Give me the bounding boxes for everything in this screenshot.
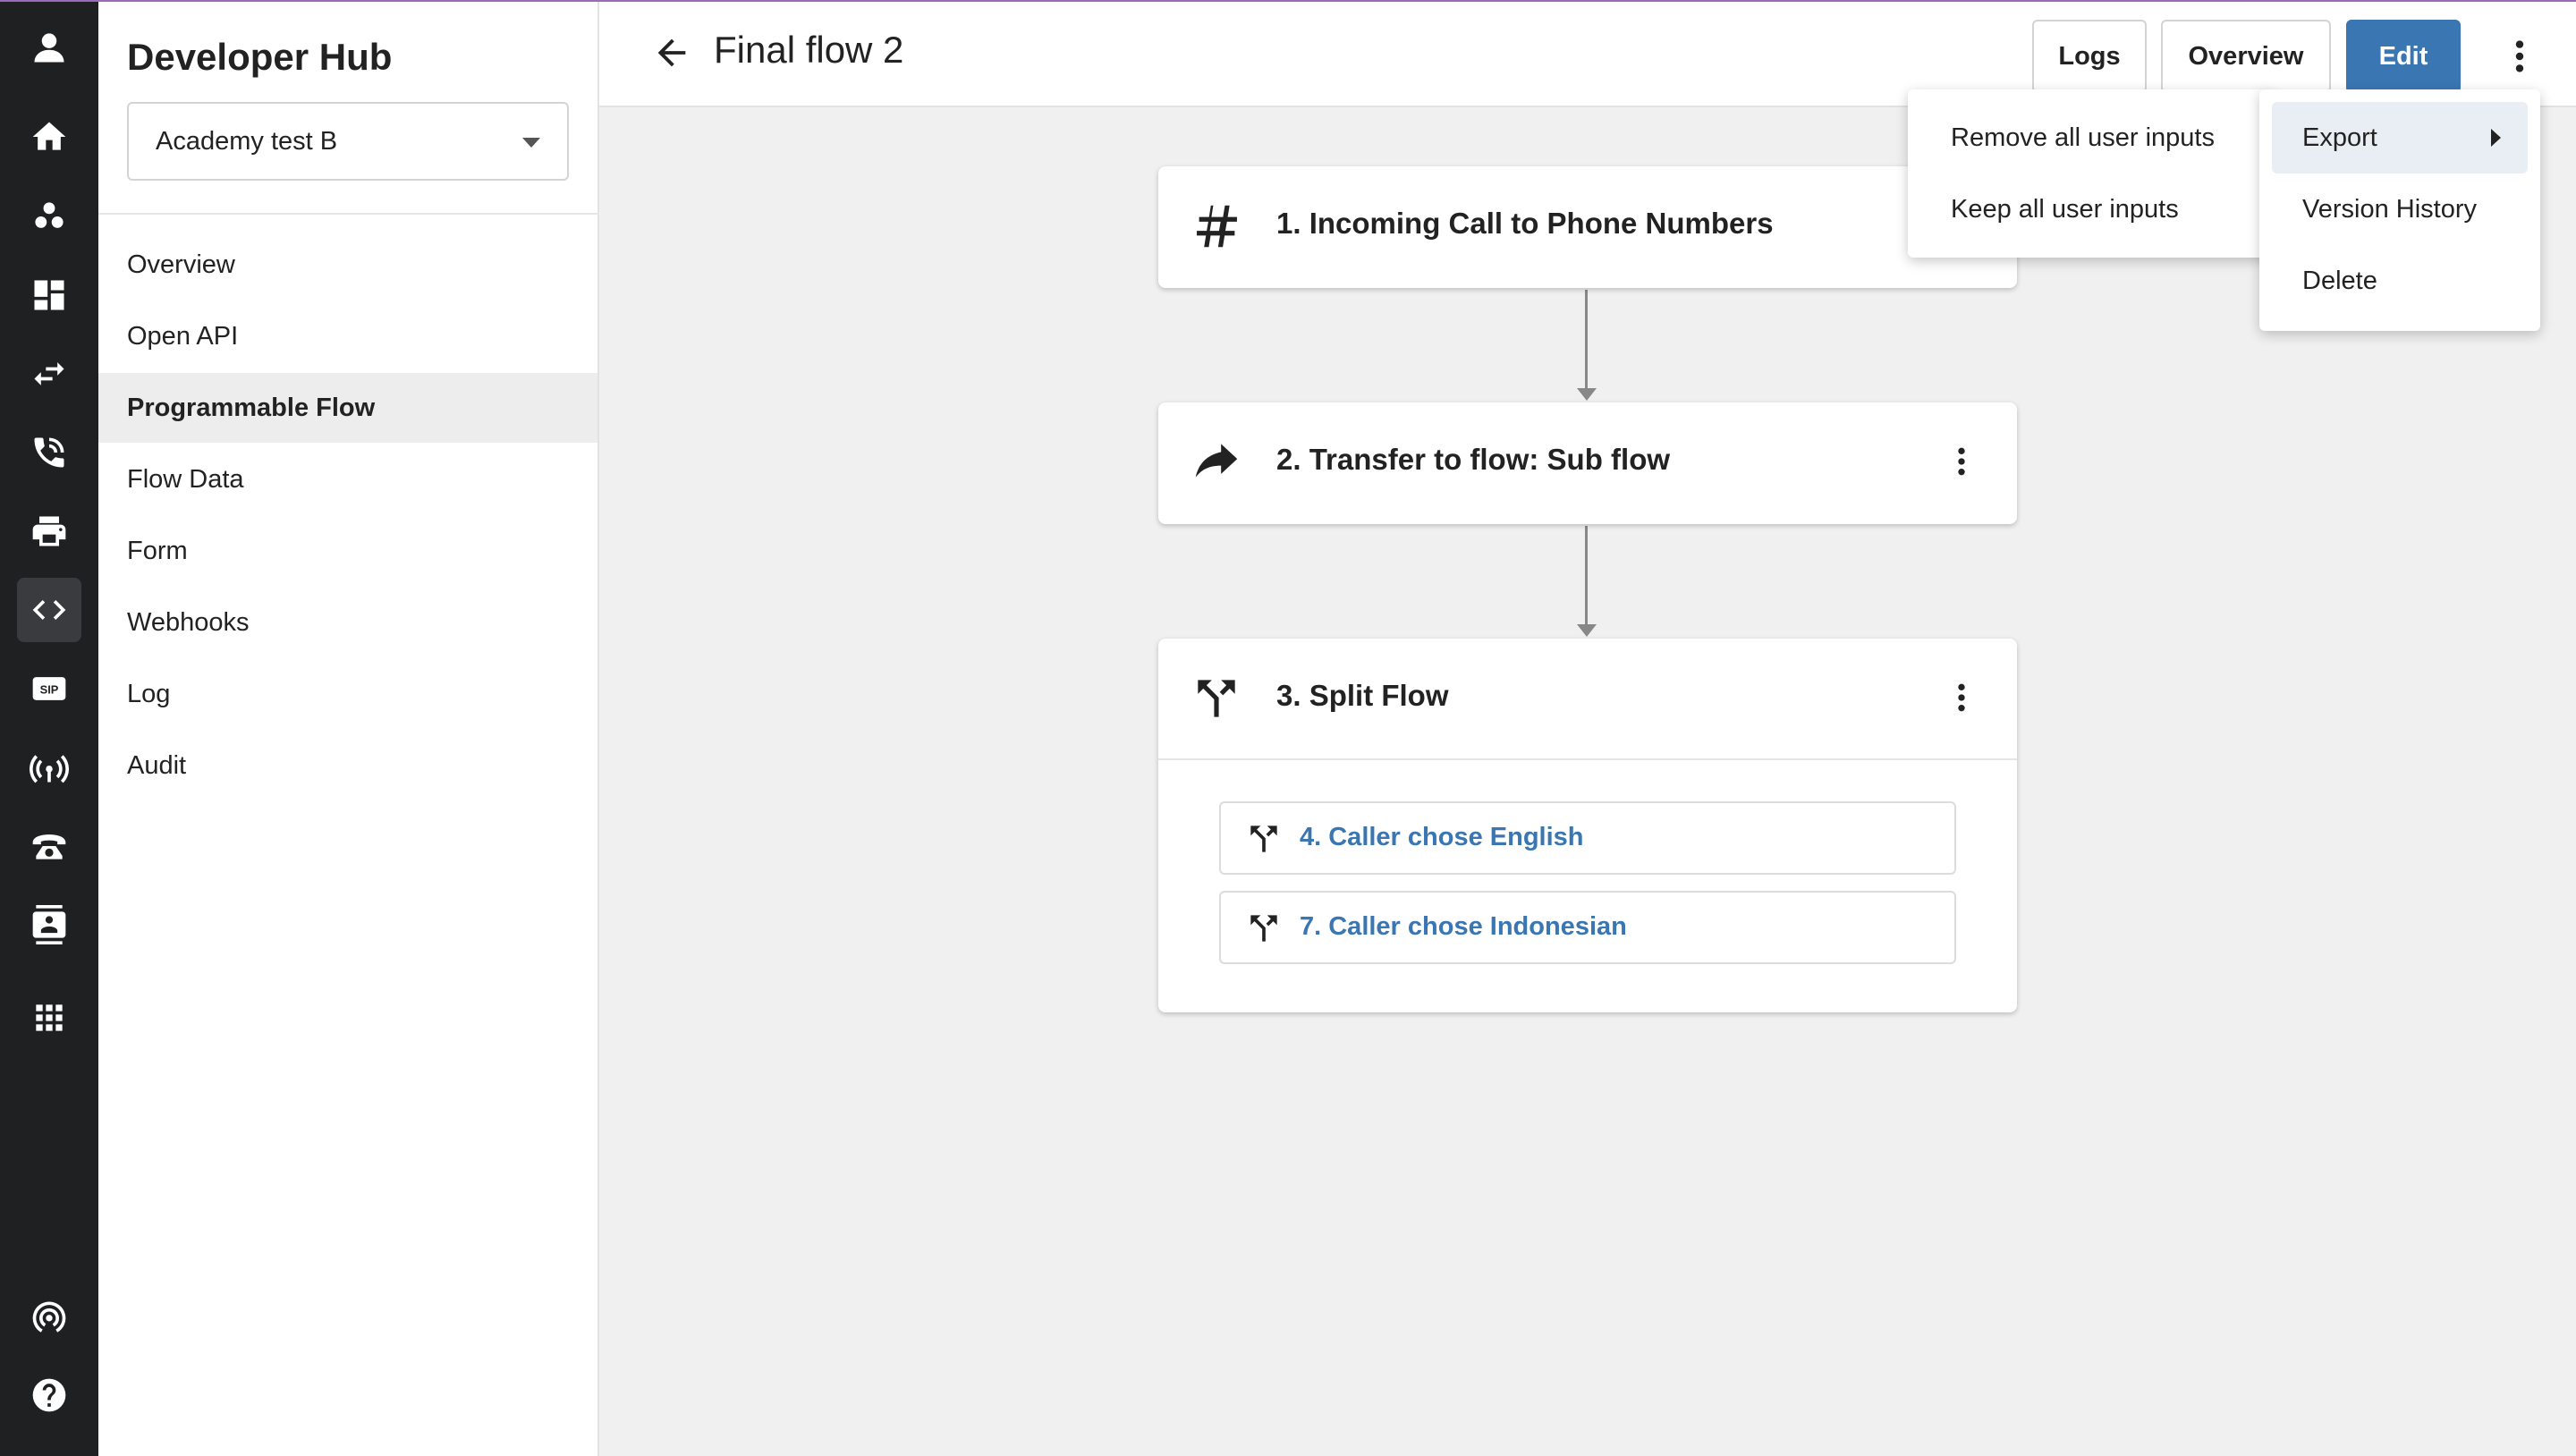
export-submenu: Remove all user inputs Keep all user inp… [1908, 89, 2273, 258]
branch-label: 4. Caller chose English [1300, 823, 1584, 851]
node-title: 2. Transfer to flow: Sub flow [1276, 443, 1671, 476]
flow-node-transfer[interactable]: 2. Transfer to flow: Sub flow [1158, 402, 2017, 524]
more-options-icon[interactable] [2499, 36, 2540, 77]
people-icon[interactable] [17, 184, 81, 249]
overview-button[interactable]: Overview [2161, 20, 2331, 93]
connector-arrowhead [1577, 624, 1597, 637]
back-arrow-icon[interactable] [651, 32, 692, 73]
page-title: Final flow 2 [714, 29, 904, 71]
sidebar-item-label: Overview [127, 250, 235, 279]
node-more-options-icon[interactable] [1944, 444, 1979, 479]
help-icon[interactable] [17, 1363, 81, 1427]
print-icon[interactable] [17, 499, 81, 563]
sidebar-item-audit[interactable]: Audit [98, 731, 597, 800]
forward-arrow-icon [1189, 435, 1244, 490]
code-icon[interactable] [17, 578, 81, 642]
sidebar-item-log[interactable]: Log [98, 659, 597, 729]
menu-item-label: Export [2302, 123, 2377, 152]
sidebar-item-open-api[interactable]: Open API [98, 301, 597, 371]
top-accent-line [0, 0, 2576, 2]
sidebar-item-label: Audit [127, 750, 187, 780]
node-title: 3. Split Flow [1276, 679, 1449, 712]
phone-call-icon[interactable] [17, 420, 81, 485]
home-icon[interactable] [17, 105, 81, 169]
account-select[interactable]: Academy test B [127, 102, 569, 181]
sidebar-item-overview[interactable]: Overview [98, 230, 597, 300]
sidebar-item-form[interactable]: Form [98, 516, 597, 586]
sidebar-title: Developer Hub [127, 36, 393, 78]
account-select-value: Academy test B [156, 126, 338, 156]
split-icon [1189, 671, 1244, 726]
menu-item-export[interactable]: Export [2272, 102, 2528, 174]
flow-node-split[interactable]: 3. Split Flow 4. Caller chose English 7.… [1158, 639, 2017, 1012]
menu-item-remove-all-user-inputs[interactable]: Remove all user inputs [1908, 102, 2273, 174]
chevron-right-icon [2491, 129, 2501, 147]
split-icon [1244, 909, 1284, 948]
menu-item-label: Version History [2302, 194, 2478, 224]
broadcast-icon[interactable] [17, 735, 81, 800]
connector-arrowhead [1577, 388, 1597, 401]
menu-item-keep-all-user-inputs[interactable]: Keep all user inputs [1908, 174, 2273, 245]
branch-item-english[interactable]: 4. Caller chose English [1219, 801, 1956, 875]
dashboard-icon[interactable] [17, 263, 81, 327]
split-icon [1244, 819, 1284, 859]
user-avatar-icon[interactable] [17, 15, 81, 80]
node-title: 1. Incoming Call to Phone Numbers [1276, 207, 1774, 240]
connector-line [1585, 290, 1588, 388]
sidebar-item-webhooks[interactable]: Webhooks [98, 588, 597, 657]
sip-icon[interactable]: SIP [17, 656, 81, 721]
connector-line [1585, 526, 1588, 624]
transfer-icon[interactable] [17, 342, 81, 406]
chevron-down-icon [522, 138, 540, 148]
node-more-options-icon[interactable] [1944, 680, 1979, 715]
sip-icon-text: SIP [40, 683, 59, 697]
menu-item-label: Delete [2302, 266, 2377, 295]
sidebar-divider [98, 213, 599, 215]
logs-button[interactable]: Logs [2032, 20, 2147, 93]
sidebar-item-label: Log [127, 679, 171, 708]
sidebar-item-label: Programmable Flow [127, 393, 376, 422]
podcast-icon[interactable] [17, 1284, 81, 1349]
branch-item-indonesian[interactable]: 7. Caller chose Indonesian [1219, 891, 1956, 964]
branch-label: 7. Caller chose Indonesian [1300, 912, 1627, 941]
menu-item-label: Remove all user inputs [1951, 123, 2215, 152]
sidebar-item-label: Open API [127, 321, 239, 351]
apps-grid-icon[interactable] [17, 986, 81, 1050]
sidebar-item-label: Webhooks [127, 607, 250, 637]
node-divider [1158, 758, 2017, 760]
menu-item-label: Keep all user inputs [1951, 194, 2179, 224]
desk-phone-icon[interactable] [17, 814, 81, 878]
icon-rail: SIP [0, 0, 98, 1456]
sidebar-item-label: Form [127, 536, 188, 565]
sidebar-item-programmable-flow[interactable]: Programmable Flow [98, 373, 597, 443]
sidebar-item-label: Flow Data [127, 464, 244, 494]
contact-card-icon[interactable] [17, 893, 81, 957]
menu-item-version-history[interactable]: Version History [2259, 174, 2540, 245]
developer-hub-sidebar: Developer Hub Academy test B Overview Op… [98, 0, 599, 1456]
sidebar-item-flow-data[interactable]: Flow Data [98, 444, 597, 514]
more-options-menu: Export Version History Delete [2259, 89, 2540, 331]
menu-item-delete[interactable]: Delete [2259, 245, 2540, 317]
hash-icon [1189, 199, 1244, 254]
flow-node-incoming-call[interactable]: 1. Incoming Call to Phone Numbers [1158, 166, 2017, 288]
edit-button[interactable]: Edit [2346, 20, 2461, 93]
